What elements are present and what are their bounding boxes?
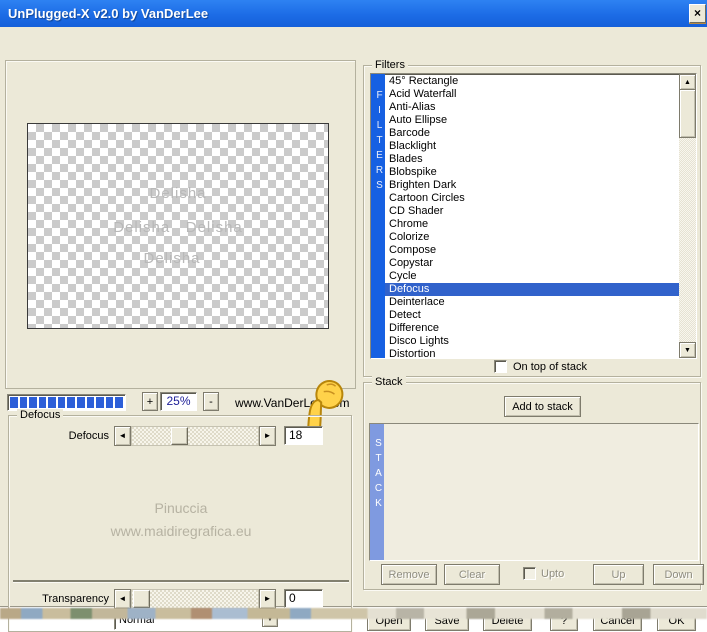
defocus-decrease-arrow[interactable]: ◄ (114, 426, 131, 446)
progress-block (77, 397, 85, 408)
up-button: Up (593, 564, 644, 585)
down-button: Down (653, 564, 704, 585)
upto-checkbox (523, 567, 536, 580)
defocus-value-field[interactable]: 18 (284, 426, 323, 445)
progress-block (29, 397, 37, 408)
zoom-level-display: 25% (160, 392, 197, 411)
progress-block (105, 397, 114, 408)
on-top-of-stack-label[interactable]: On top of stack (513, 361, 587, 373)
filter-item[interactable]: Acid Waterfall (385, 88, 679, 101)
filters-scrollbar[interactable]: ▲ ▼ (679, 74, 696, 358)
filter-item[interactable]: Blades (385, 153, 679, 166)
progress-block (38, 397, 47, 408)
close-icon[interactable]: × (689, 4, 706, 23)
defocus-slider-track[interactable] (131, 426, 259, 446)
filter-item[interactable]: CD Shader (385, 205, 679, 218)
filter-item[interactable]: Barcode (385, 127, 679, 140)
remove-button: Remove (381, 564, 437, 585)
filter-item[interactable]: Cartoon Circles (385, 192, 679, 205)
stack-group-title: Stack (372, 376, 406, 388)
defocus-slider-thumb[interactable] (171, 427, 188, 445)
filter-item[interactable]: Blobspike (385, 166, 679, 179)
scroll-up-icon[interactable]: ▲ (679, 74, 696, 90)
transparency-slider-track[interactable] (131, 589, 259, 609)
titlebar: UnPlugged-X v2.0 by VanDerLee (0, 0, 707, 27)
filter-item[interactable]: Distortion (385, 348, 679, 357)
filters-list: 45° Rectangle Acid Waterfall Anti-Alias … (385, 75, 679, 357)
background-page-strip (0, 608, 707, 619)
stack-group: Stack Add to stack STACK Remove Clear Up… (363, 376, 704, 590)
filters-group-title: Filters (372, 59, 408, 71)
unplugged-x-dialog: UnPlugged-X v2.0 by VanDerLee × Delisha … (0, 0, 707, 632)
stack-vertical-label: STACK (370, 424, 384, 560)
preview-panel: Delisha Delisha Delisha Delisha (5, 60, 356, 389)
filter-item[interactable]: Deinterlace (385, 296, 679, 309)
filter-item[interactable]: Auto Ellipse (385, 114, 679, 127)
filter-item[interactable]: Brighten Dark (385, 179, 679, 192)
separator-line (13, 580, 349, 582)
filters-group: Filters FILTERS 45° Rectangle Acid Water… (363, 59, 701, 377)
filters-vertical-label: FILTERS (371, 74, 385, 358)
preview-watermark-text: Delisha (149, 185, 207, 202)
vanderlee-website-link[interactable]: www.VanDerLee.com (235, 396, 350, 410)
stack-listbox: STACK (369, 423, 699, 561)
filter-item[interactable]: Difference (385, 322, 679, 335)
progress-block (115, 397, 123, 408)
progress-block (10, 397, 18, 408)
filter-item-selected[interactable]: Defocus (385, 283, 679, 296)
transparency-slider-thumb[interactable] (133, 590, 150, 608)
dialog-watermark-url: www.maidiregrafica.eu (110, 523, 252, 539)
scrollbar-thumb[interactable] (679, 89, 696, 138)
dialog-watermark-name: Pinuccia (154, 500, 208, 516)
filter-item[interactable]: Chrome (385, 218, 679, 231)
filter-item[interactable]: Copystar (385, 257, 679, 270)
filter-item[interactable]: Compose (385, 244, 679, 257)
defocus-slider-label: Defocus (68, 430, 109, 442)
progress-block (57, 397, 66, 408)
defocus-group: Defocus Defocus ◄ ► 18 Pinuccia www.maid… (8, 409, 352, 632)
upto-label: Upto (541, 567, 565, 580)
progress-block (19, 397, 28, 408)
zoom-in-button[interactable]: + (142, 392, 158, 411)
dialog-body: Delisha Delisha Delisha Delisha + 25% - … (0, 27, 707, 632)
transparency-increase-arrow[interactable]: ► (259, 589, 276, 609)
filter-item[interactable]: Colorize (385, 231, 679, 244)
progress-block (48, 397, 56, 408)
progress-block (86, 397, 95, 408)
filter-item[interactable]: Disco Lights (385, 335, 679, 348)
window-title: UnPlugged-X v2.0 by VanDerLee (8, 6, 209, 21)
preview-watermark-text: Delisha Delisha (113, 219, 243, 236)
progress-block (67, 397, 76, 408)
filter-item[interactable]: Cycle (385, 270, 679, 283)
progress-block (96, 397, 104, 408)
filters-listbox: FILTERS 45° Rectangle Acid Waterfall Ant… (370, 73, 697, 359)
transparency-value-field[interactable]: 0 (284, 589, 323, 608)
preview-watermark-text: Delisha (143, 250, 201, 267)
filter-item[interactable]: Blacklight (385, 140, 679, 153)
scroll-down-icon[interactable]: ▼ (679, 342, 696, 358)
filter-item[interactable]: Anti-Alias (385, 101, 679, 114)
zoom-out-button[interactable]: - (203, 392, 219, 411)
filter-item[interactable]: 45° Rectangle (385, 75, 679, 88)
defocus-increase-arrow[interactable]: ► (259, 426, 276, 446)
defocus-group-title: Defocus (17, 409, 64, 421)
add-to-stack-button[interactable]: Add to stack (504, 396, 581, 417)
filter-item[interactable]: Detect (385, 309, 679, 322)
transparency-slider-label: Transparency (42, 593, 109, 605)
on-top-of-stack-checkbox[interactable] (494, 360, 507, 373)
clear-button: Clear (444, 564, 500, 585)
transparency-decrease-arrow[interactable]: ◄ (114, 589, 131, 609)
preview-image[interactable]: Delisha Delisha Delisha Delisha (27, 123, 329, 329)
